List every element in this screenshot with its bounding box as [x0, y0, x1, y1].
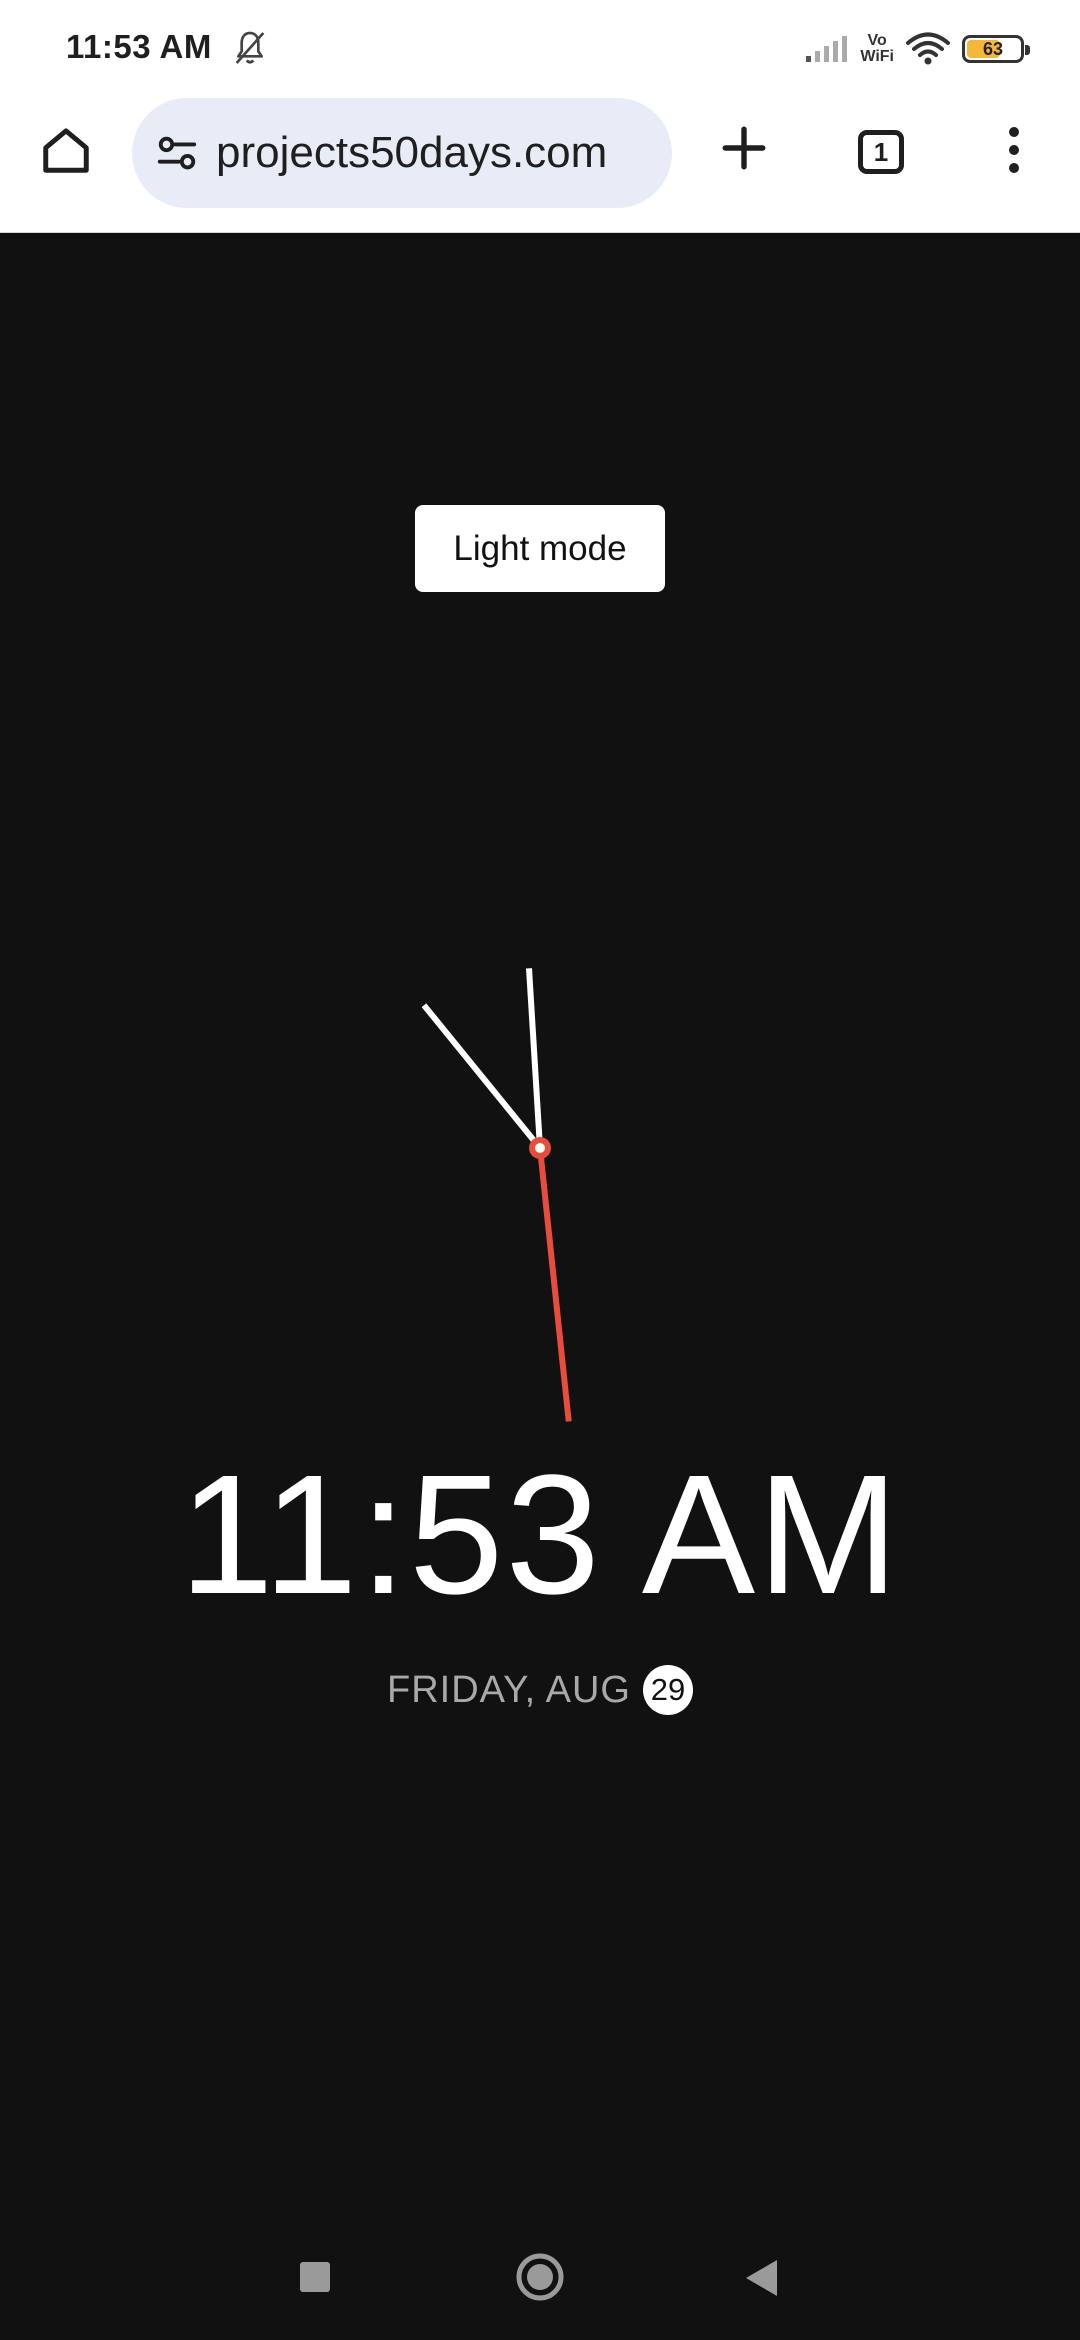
home-circle-icon[interactable]: [515, 2252, 565, 2302]
date-display: FRIDAY, AUG 29: [0, 1665, 1080, 1715]
date-day-badge: 29: [643, 1665, 693, 1715]
minute-hand: [421, 1003, 543, 1150]
date-text: FRIDAY, AUG: [387, 1668, 631, 1711]
digital-time: 11:53 AM: [179, 1440, 901, 1630]
back-icon[interactable]: [743, 2258, 779, 2298]
analog-clock: [421, 968, 572, 1422]
clock-center-inner: [535, 1143, 545, 1153]
system-nav-bar: [0, 2220, 1080, 2340]
hour-hand: [526, 968, 543, 1149]
recents-icon[interactable]: [300, 2262, 330, 2292]
second-hand: [537, 1147, 572, 1422]
